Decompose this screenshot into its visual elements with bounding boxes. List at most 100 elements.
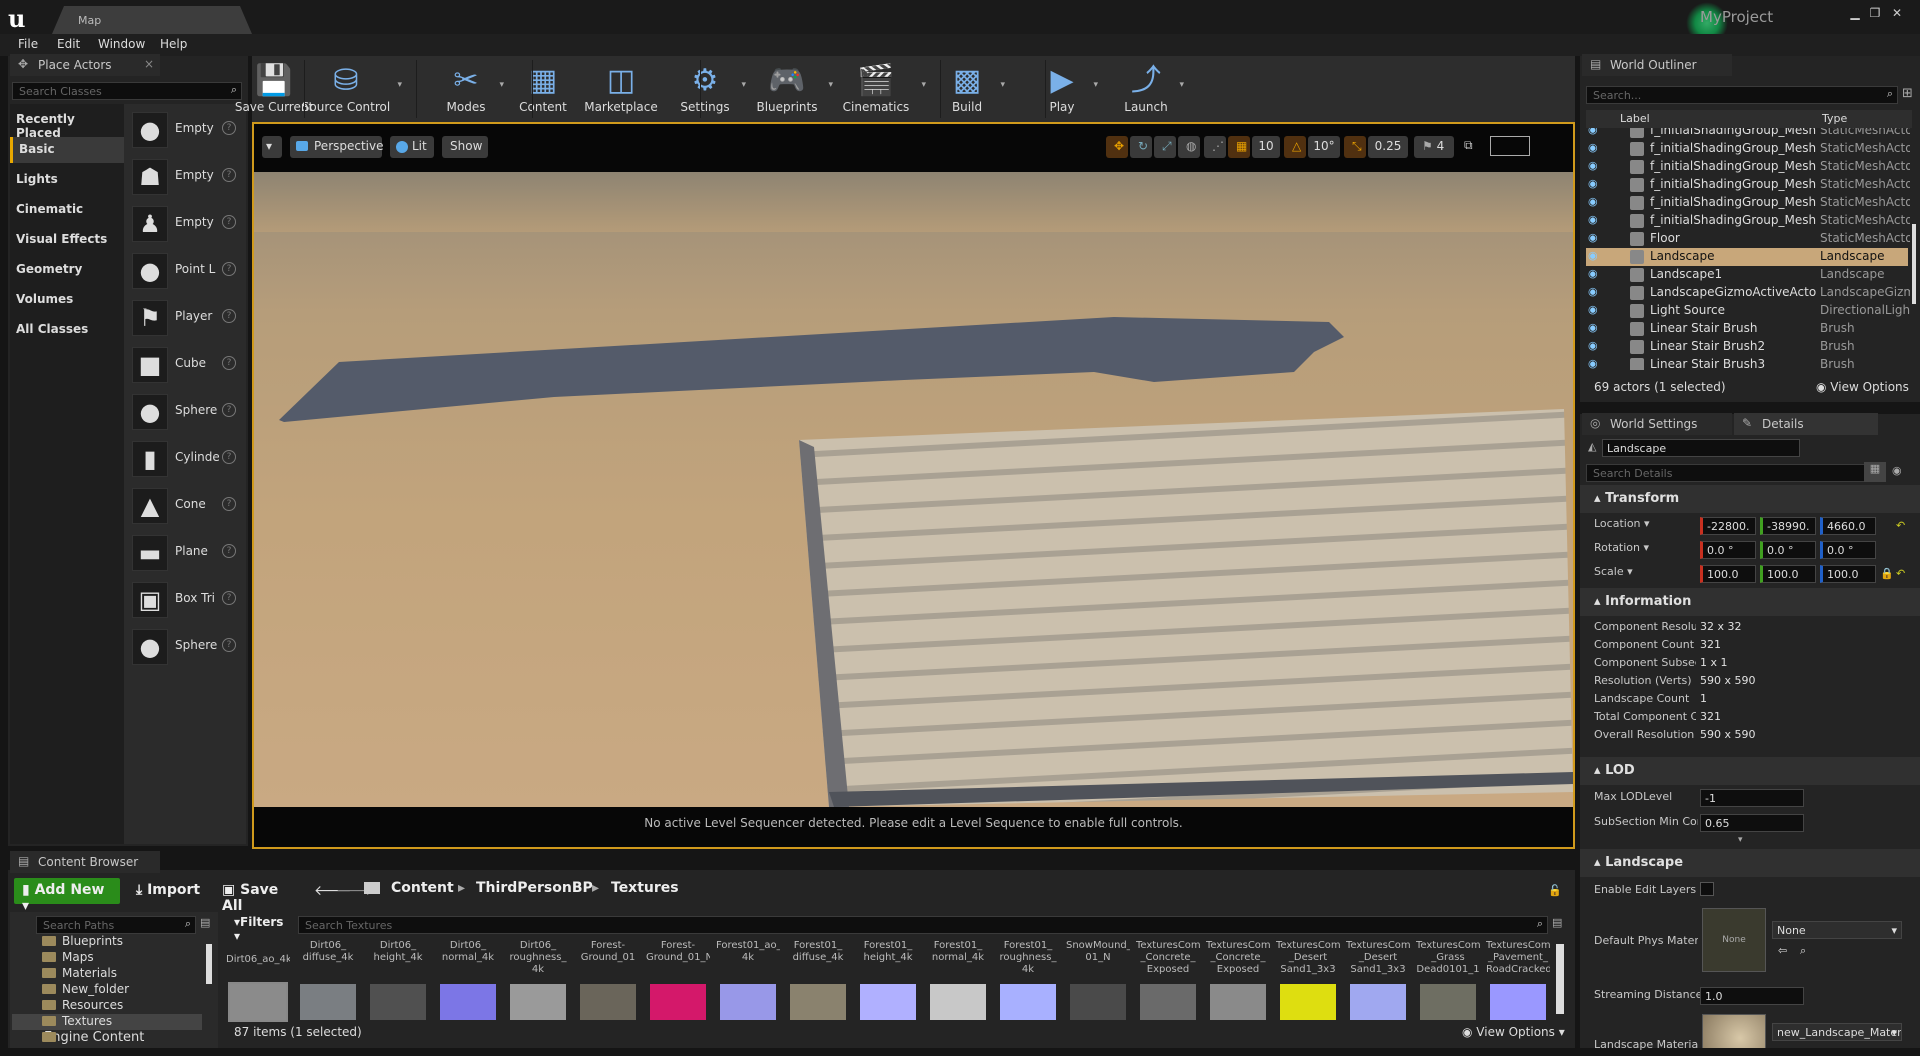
actor-item[interactable]: ▲ Cone? — [128, 484, 242, 528]
asset-tile[interactable]: Forest01_ normal_4k — [926, 940, 990, 1020]
rotation-x[interactable]: 0.0 ° — [1700, 541, 1756, 559]
sources-toggle-icon[interactable]: ▤ — [200, 916, 214, 932]
landscape-material-thumbnail[interactable] — [1702, 1014, 1766, 1048]
visibility-eye-icon[interactable]: ◉ — [1588, 303, 1602, 317]
actor-item[interactable]: ▬ Plane? — [128, 531, 242, 575]
toolbar-modes-button[interactable]: ✂ Modes ▾ — [436, 56, 504, 122]
toolbar-source-control-button[interactable]: ⛁ Source Control ▾ — [298, 56, 402, 122]
outliner-view-options[interactable]: ◉ View Options — [1816, 380, 1909, 394]
rotate-icon[interactable]: ↻ — [1130, 136, 1152, 158]
toolbar-play-button[interactable]: ▶ Play ▾ — [1034, 56, 1098, 122]
actor-item[interactable]: ■ Cube? — [128, 343, 242, 387]
help-icon[interactable]: ? — [222, 497, 236, 511]
place-actors-tab[interactable]: ✥ Place Actors × — [10, 54, 160, 76]
visibility-eye-icon[interactable]: ◉ — [1588, 213, 1602, 227]
reset-scale-icon[interactable]: ↶ — [1896, 567, 1905, 580]
surface-snap-icon[interactable]: ⋰ — [1204, 136, 1226, 158]
help-icon[interactable]: ? — [222, 262, 236, 276]
rotation-snap-icon[interactable]: △ — [1284, 136, 1306, 158]
asset-tile[interactable]: Forest- Ground_01_N — [646, 940, 710, 1020]
category-item[interactable]: Geometry — [10, 257, 124, 283]
perspective-button[interactable]: Perspective — [290, 136, 384, 158]
actor-item[interactable]: ● Sphere? — [128, 390, 242, 434]
lod-section[interactable]: ▴ LOD — [1580, 757, 1920, 785]
help-icon[interactable]: ? — [222, 450, 236, 464]
help-icon[interactable]: ? — [222, 403, 236, 417]
outliner-row[interactable]: ◉ f_initialShadingGroup_Mesh30 StaticMeshA… — [1586, 194, 1910, 212]
outliner-row[interactable]: ◉ f_initialShadingGroup_Mesh28 StaticMeshA… — [1586, 158, 1910, 176]
outliner-row[interactable]: ◉ Linear Stair Brush2 Brush — [1586, 338, 1908, 356]
menu-edit[interactable]: Edit — [57, 37, 80, 51]
toolbar-launch-button[interactable]: ⤴ Launch ▾ — [1116, 56, 1184, 122]
asset-tile[interactable]: Dirt06_ diffuse_4k — [296, 940, 360, 1020]
toolbar-settings-button[interactable]: ⚙ Settings ▾ — [672, 56, 746, 122]
landscape-section[interactable]: ▴ Landscape — [1580, 849, 1920, 877]
world-local-icon[interactable]: ◍ — [1178, 136, 1200, 158]
folder-icon[interactable] — [364, 882, 380, 894]
help-icon[interactable]: ? — [222, 121, 236, 135]
menu-file[interactable]: File — [18, 37, 38, 51]
scale-icon[interactable]: ⤢ — [1154, 136, 1176, 158]
scale-x[interactable]: 100.0 — [1700, 565, 1756, 583]
category-item[interactable]: Lights — [10, 167, 124, 193]
outliner-row[interactable]: ◉ LandscapeGizmoActiveActor LandscapeGizmo — [1586, 284, 1910, 302]
visibility-eye-icon[interactable]: ◉ — [1588, 357, 1602, 370]
actor-item[interactable]: ♟ Empty? — [128, 202, 242, 246]
category-item[interactable]: Visual Effects — [10, 227, 124, 253]
world-settings-tab[interactable]: ◎ World Settings — [1582, 413, 1732, 435]
outliner-search-input[interactable]: Search... ⌕ — [1586, 86, 1898, 104]
camera-speed-button[interactable]: ⚑ 4 — [1414, 136, 1454, 158]
chevron-down-icon[interactable]: ▾ — [1000, 80, 1005, 90]
location-x[interactable]: -22800. — [1700, 517, 1756, 535]
use-selected-icon[interactable]: ⇦ — [1778, 944, 1787, 957]
visibility-eye-icon[interactable]: ◉ — [1588, 285, 1602, 299]
help-icon[interactable]: ? — [222, 356, 236, 370]
add-new-button[interactable]: ▮ Add New ▾ — [14, 878, 120, 914]
toolbar-content-button[interactable]: ▦ Content — [510, 56, 576, 122]
grid-snap-icon[interactable]: ▦ — [1228, 136, 1250, 158]
actor-item[interactable]: ● Empty? — [128, 108, 242, 152]
actor-item[interactable]: ▣ Box Tri? — [128, 578, 242, 622]
outliner-row[interactable]: ◉ Landscape1 Landscape — [1586, 266, 1908, 284]
layout-icon[interactable] — [1490, 136, 1530, 156]
visibility-eye-icon[interactable]: ◉ — [1588, 195, 1602, 209]
outliner-scrollbar[interactable] — [1912, 224, 1916, 304]
asset-tile[interactable]: TexturesCom _Concrete_ Exposed — [1206, 940, 1270, 1020]
reset-location-icon[interactable]: ↶ — [1896, 519, 1905, 532]
rotation-snap-value[interactable]: 10° — [1308, 136, 1340, 158]
menu-help[interactable]: Help — [160, 37, 187, 51]
streaming-distance-input[interactable]: 1.0 — [1700, 987, 1804, 1005]
asset-tile[interactable]: TexturesCom _Desert Sand1_3x3 — [1276, 940, 1340, 1020]
location-y[interactable]: -38990. — [1760, 517, 1816, 535]
asset-tile[interactable]: Dirt06_ roughness_ 4k — [506, 940, 570, 1020]
asset-tile[interactable]: TexturesCom _Concrete_ Exposed — [1136, 940, 1200, 1020]
property-matrix-icon[interactable]: ▦ — [1864, 462, 1886, 482]
outliner-row[interactable]: ◉ Light Source DirectionalLight — [1586, 302, 1910, 320]
rotation-z[interactable]: 0.0 ° — [1820, 541, 1876, 559]
assets-scrollbar[interactable] — [1556, 944, 1564, 1014]
outliner-row[interactable]: ◉ Landscape Landscape — [1586, 248, 1908, 266]
content-browser-tab[interactable]: ▤ Content Browser — [10, 851, 160, 873]
asset-tile[interactable]: Forest01_ao_ 4k — [716, 940, 780, 1020]
rotation-y[interactable]: 0.0 ° — [1760, 541, 1816, 559]
filters-button[interactable]: ▾Filters ▾ — [226, 912, 296, 943]
map-tab[interactable]: Map — [52, 6, 252, 34]
visibility-eye-icon[interactable]: ◉ — [1588, 177, 1602, 191]
asset-tile[interactable]: TexturesCom _Grass Dead0101_1 — [1416, 940, 1480, 1020]
browse-icon[interactable]: ⌕ — [1800, 944, 1806, 958]
outliner-row[interactable]: ◉ Linear Stair Brush3 Brush — [1586, 356, 1908, 370]
scale-z[interactable]: 100.0 — [1820, 565, 1876, 583]
folder-item[interactable]: Textures — [12, 1014, 202, 1030]
viewport-options-button[interactable]: ▾ — [262, 136, 282, 158]
asset-tile[interactable]: Forest01_ roughness_ 4k — [996, 940, 1060, 1020]
scale-lock-icon[interactable]: 🔒 — [1880, 567, 1894, 580]
scale-y[interactable]: 100.0 — [1760, 565, 1816, 583]
folder-item[interactable]: Resources — [12, 998, 202, 1014]
scale-snap-value[interactable]: 0.25 — [1368, 136, 1408, 158]
visibility-eye-icon[interactable]: ◉ — [1588, 267, 1602, 281]
visibility-eye-icon[interactable]: ◉ — [1588, 141, 1602, 155]
minimize-icon[interactable]: ▁ — [1846, 6, 1864, 24]
asset-tile[interactable]: Dirt06_ao_4k — [226, 940, 290, 1022]
visibility-eye-icon[interactable]: ◉ — [1588, 339, 1602, 353]
level-viewport[interactable]: ▾ Perspective Lit Show ✥ ↻ ⤢ ◍ ⋰ ▦ 10 △ … — [252, 122, 1575, 849]
